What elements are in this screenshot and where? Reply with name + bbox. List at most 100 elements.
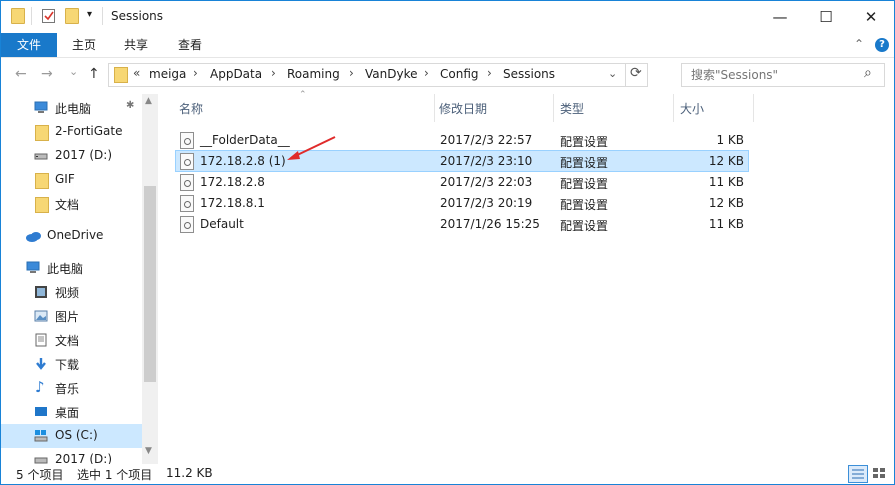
folder-icon <box>35 173 49 189</box>
overflow-chevron-icon[interactable]: « <box>133 66 140 80</box>
properties-icon[interactable] <box>41 8 57 24</box>
sidebar-item-downloads[interactable]: 下载 <box>1 352 142 376</box>
sidebar-item-fortigate[interactable]: 2-FortiGate <box>1 120 142 144</box>
address-dropdown-icon[interactable]: ⌄ <box>608 67 617 80</box>
column-divider[interactable] <box>753 94 754 122</box>
sidebar-item-pictures[interactable]: 图片 <box>1 304 142 328</box>
sidebar-item-label: 2017 (D:) <box>55 452 112 464</box>
scroll-down-icon[interactable]: ▼ <box>145 446 152 456</box>
refresh-icon[interactable]: ⟳ <box>630 65 642 81</box>
explorer-window: ▾ Sessions — ☐ ✕ 文件 主页 共享 查看 ⌃ ? ← → ⌄ ↑… <box>0 0 895 485</box>
sidebar-item-label: 文档 <box>55 334 80 348</box>
sidebar-item-documents[interactable]: 文档 <box>1 328 142 352</box>
breadcrumb-roaming[interactable]: Roaming <box>287 67 340 81</box>
tab-home[interactable]: 主页 <box>61 33 107 57</box>
pin-icon[interactable]: ✱ <box>126 100 134 111</box>
column-header-type[interactable]: 类型 <box>560 100 584 117</box>
file-name: Default <box>200 217 244 231</box>
computer-icon <box>26 261 40 273</box>
scrollbar-thumb[interactable] <box>144 186 156 382</box>
tab-share[interactable]: 共享 <box>113 33 159 57</box>
table-row[interactable]: Default 2017/1/26 15:25 配置设置 11 KB <box>176 214 748 234</box>
column-divider[interactable] <box>673 94 674 122</box>
table-row[interactable]: __FolderData__ 2017/2/3 22:57 配置设置 1 KB <box>176 130 748 150</box>
sidebar-item-label: 2-FortiGate <box>55 124 123 138</box>
table-row-selected[interactable]: 172.18.2.8 (1) 2017/2/3 23:10 配置设置 12 KB <box>175 150 749 172</box>
minimize-button[interactable]: — <box>757 1 803 32</box>
tab-file[interactable]: 文件 <box>1 33 57 57</box>
column-divider[interactable] <box>434 94 435 122</box>
sidebar-item-docs-quick[interactable]: 文档 <box>1 192 142 216</box>
new-folder-icon[interactable] <box>65 8 81 24</box>
file-date: 2017/2/3 22:57 <box>440 133 533 147</box>
ribbon-expand-icon[interactable]: ⌃ <box>854 37 864 51</box>
recent-locations-button[interactable]: ⌄ <box>69 65 78 78</box>
file-date: 2017/2/3 23:10 <box>440 154 533 168</box>
sidebar-scrollbar[interactable]: ▲ ▼ <box>142 94 158 464</box>
breadcrumb-sessions[interactable]: Sessions <box>503 67 555 81</box>
file-size: 12 KB <box>708 196 744 210</box>
sidebar-item-label: OS (C:) <box>55 428 98 442</box>
item-count: 5 个项目 <box>16 468 64 482</box>
sidebar-item-drive-d-2[interactable]: 2017 (D:) <box>1 448 142 464</box>
search-icon[interactable]: ⌕ <box>864 65 872 81</box>
help-icon[interactable]: ? <box>875 38 889 52</box>
cloud-icon <box>26 232 41 242</box>
selection-count: 选中 1 个项目 <box>77 468 153 482</box>
window-title: Sessions <box>111 9 164 23</box>
large-icons-view-icon[interactable] <box>870 465 888 481</box>
sidebar-item-label: 此电脑 <box>47 262 84 276</box>
table-row[interactable]: 172.18.2.8 2017/2/3 22:03 配置设置 11 KB <box>176 172 748 192</box>
column-header-size[interactable]: 大小 <box>680 100 704 117</box>
column-divider[interactable] <box>553 94 554 122</box>
customize-qat-icon[interactable]: ▾ <box>87 9 92 20</box>
sidebar-item-label: OneDrive <box>47 228 104 242</box>
file-size: 11 KB <box>708 175 744 189</box>
scroll-up-icon[interactable]: ▲ <box>145 96 152 106</box>
annotation-arrow-icon <box>287 136 336 160</box>
drive-icon <box>34 457 48 464</box>
folder-icon <box>11 8 27 24</box>
search-box[interactable]: ⌕ <box>681 63 885 87</box>
breadcrumb-config[interactable]: Config <box>440 67 479 81</box>
divider <box>625 64 626 86</box>
file-name: 172.18.2.8 <box>200 175 265 189</box>
column-header-date[interactable]: 修改日期 <box>439 100 487 117</box>
file-date: 2017/1/26 15:25 <box>440 217 540 231</box>
sidebar-item-this-pc[interactable]: 此电脑 <box>1 256 142 280</box>
breadcrumb-vandyke[interactable]: VanDyke <box>365 67 417 81</box>
sidebar-item-onedrive[interactable]: OneDrive <box>1 224 142 248</box>
search-input[interactable] <box>689 67 863 83</box>
sidebar-item-desktop[interactable]: 桌面 <box>1 400 142 424</box>
computer-icon <box>34 101 48 113</box>
back-button[interactable]: ← <box>15 66 27 82</box>
file-type: 配置设置 <box>560 135 609 149</box>
breadcrumb-meiga[interactable]: meiga <box>149 67 186 81</box>
file-size: 12 KB <box>708 154 744 168</box>
sidebar-item-gif[interactable]: GIF <box>1 168 142 192</box>
divider <box>31 7 32 25</box>
details-view-icon[interactable] <box>848 465 868 483</box>
file-name: 172.18.8.1 <box>200 196 265 210</box>
forward-button[interactable]: → <box>41 66 53 82</box>
sidebar-item-quick-pc[interactable]: 此电脑 ✱ <box>1 96 142 120</box>
navigation-pane: 此电脑 ✱ 2-FortiGate 2017 (D:) GIF 文档 OneDr… <box>1 94 158 464</box>
selection-size: 11.2 KB <box>166 466 213 480</box>
sidebar-item-videos[interactable]: 视频 <box>1 280 142 304</box>
up-button[interactable]: ↑ <box>88 66 100 82</box>
table-row[interactable]: 172.18.8.1 2017/2/3 20:19 配置设置 12 KB <box>176 193 748 213</box>
sidebar-item-drive-d[interactable]: 2017 (D:) <box>1 144 142 168</box>
sidebar-item-drive-c[interactable]: OS (C:) <box>1 424 142 448</box>
tab-view[interactable]: 查看 <box>167 33 213 57</box>
breadcrumb-appdata[interactable]: AppData <box>210 67 262 81</box>
drive-icon <box>34 153 48 160</box>
column-header-name[interactable]: 名称 <box>179 100 203 117</box>
maximize-button[interactable]: ☐ <box>803 1 849 32</box>
address-bar[interactable]: « meiga › AppData › Roaming › VanDyke › … <box>108 63 648 87</box>
document-icon <box>35 333 47 347</box>
close-button[interactable]: ✕ <box>848 1 894 32</box>
status-bar: 5 个项目 选中 1 个项目 11.2 KB <box>1 464 894 484</box>
config-file-icon <box>180 132 194 149</box>
sidebar-item-music[interactable]: ♪ 音乐 <box>1 376 142 400</box>
drive-icon <box>34 430 48 442</box>
